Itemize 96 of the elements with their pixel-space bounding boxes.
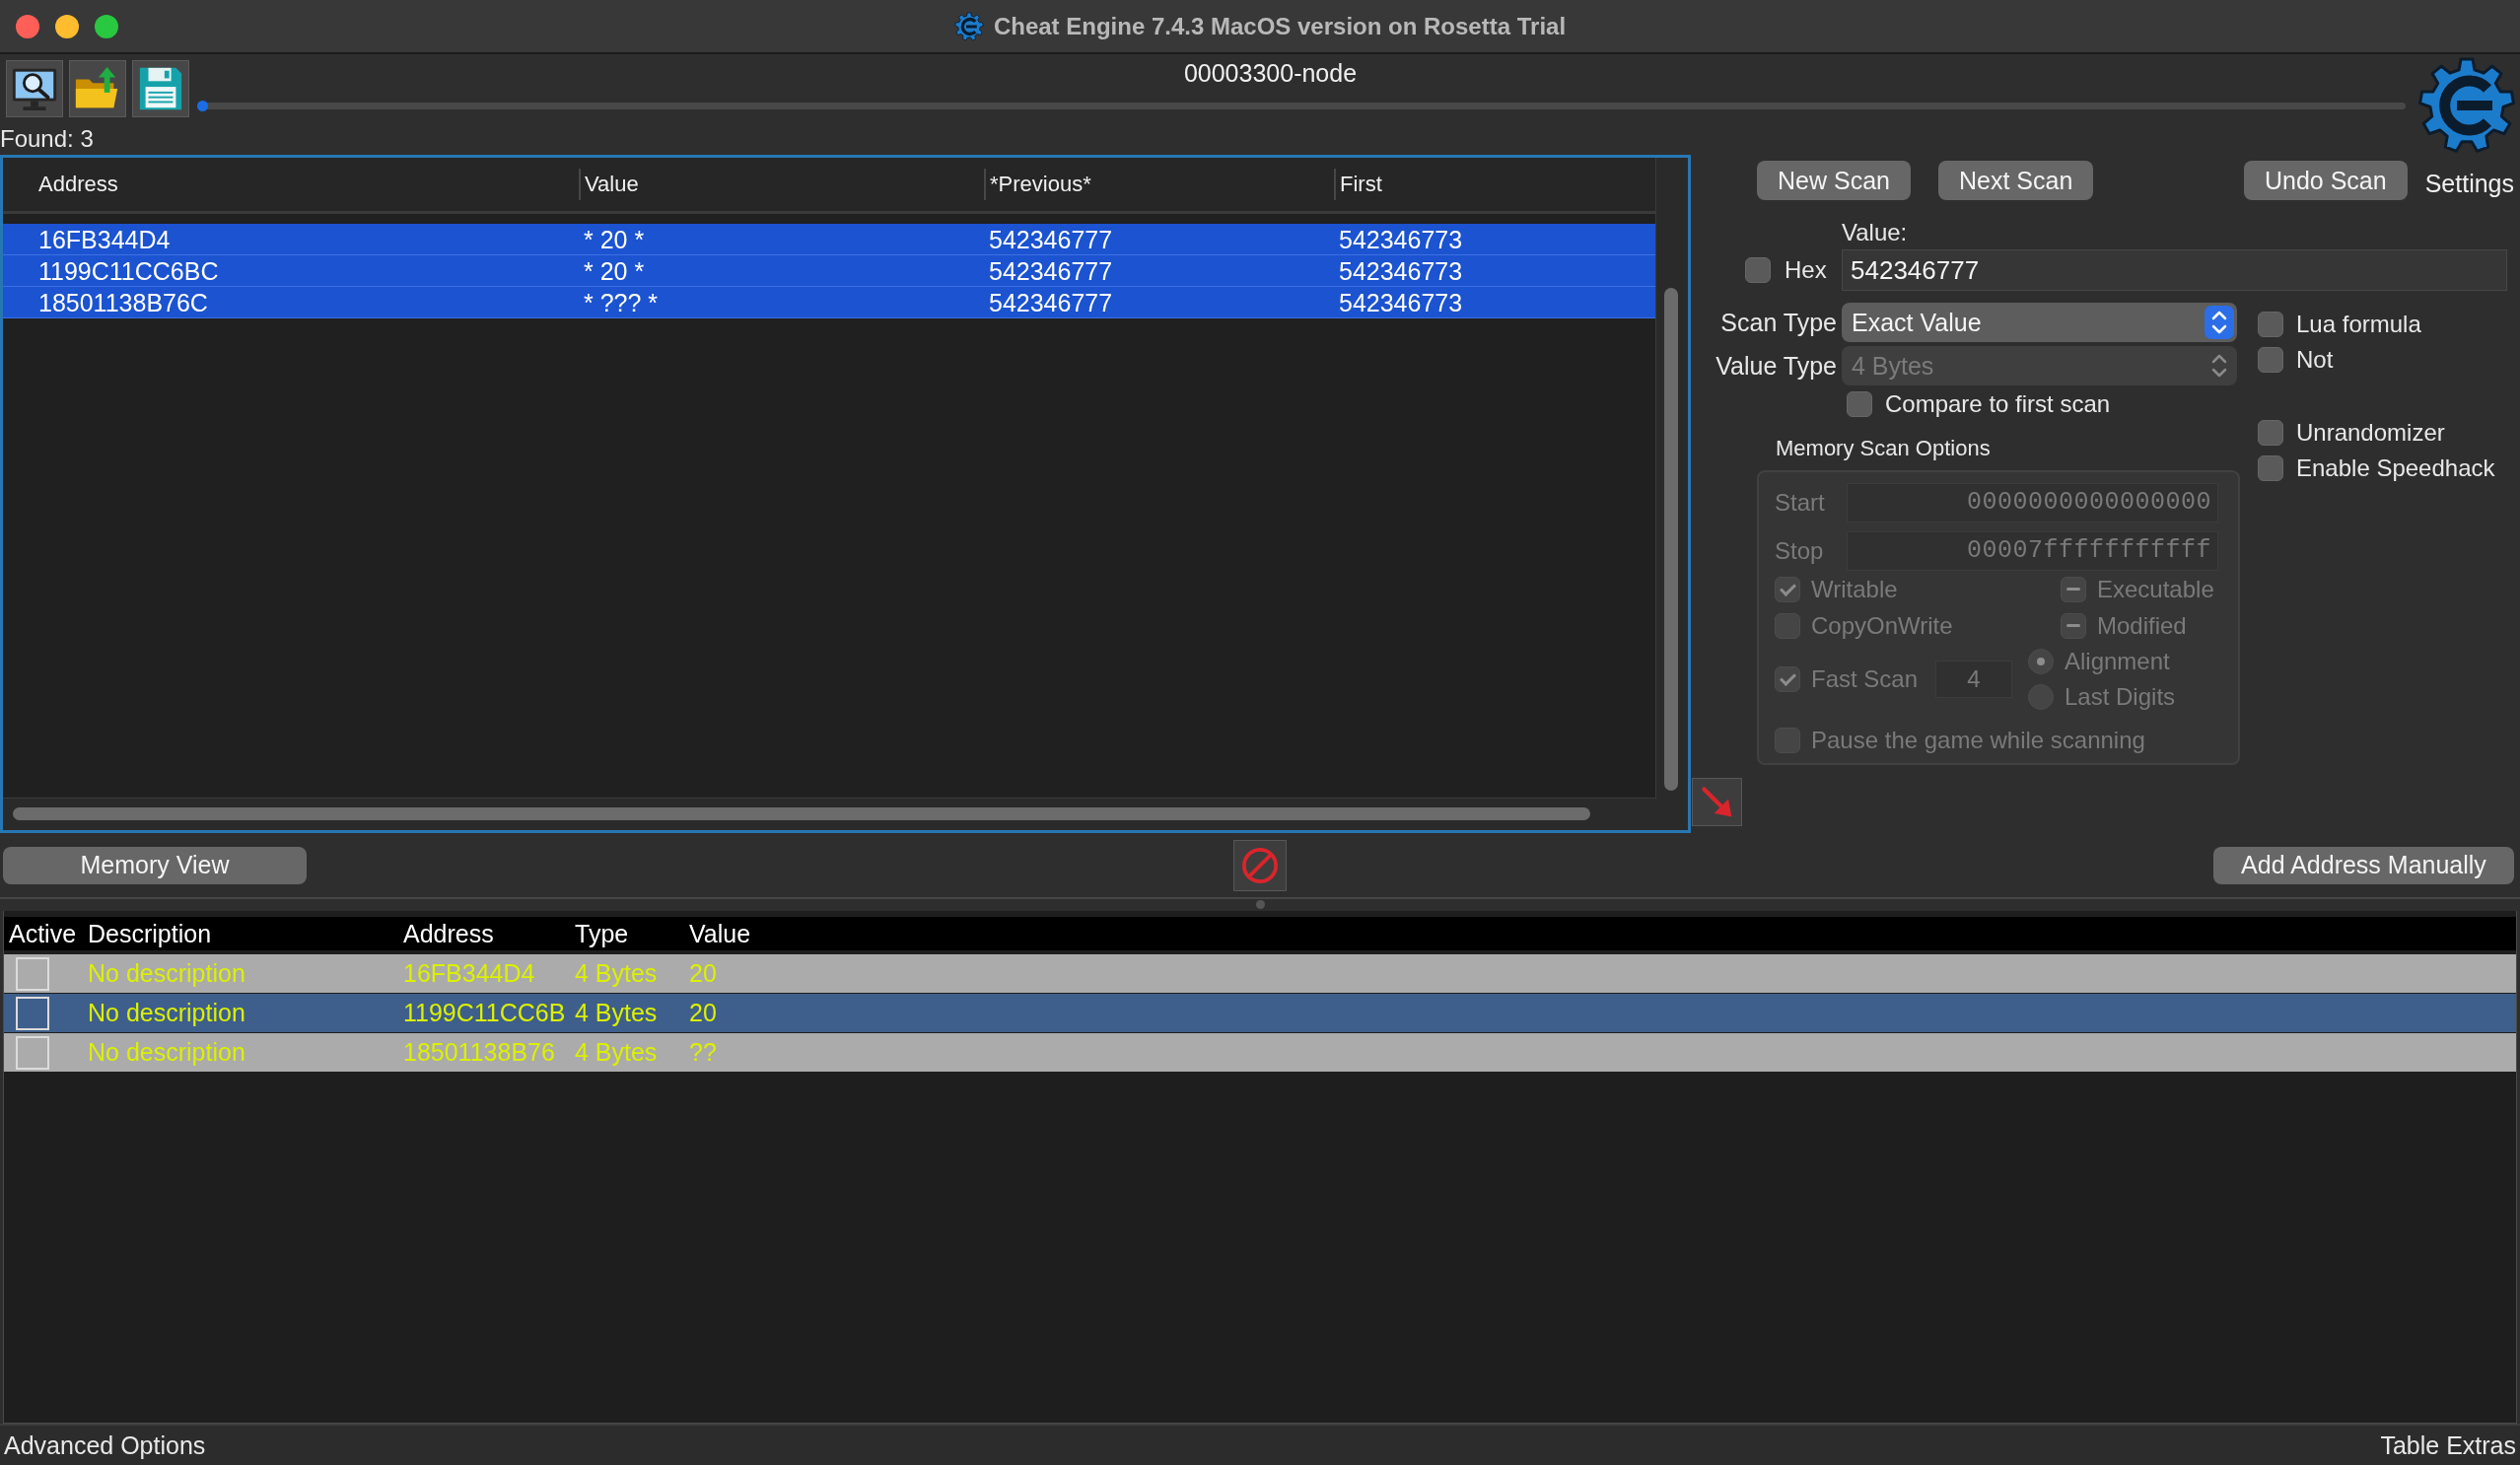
- table-cell-text: 1199C11CC6B: [403, 999, 567, 1027]
- column-header[interactable]: Address: [3, 169, 579, 200]
- checkbox-label: Lua formula: [2296, 311, 2421, 338]
- table-cell-text: 20: [689, 959, 718, 988]
- table-cell-text: No description: [88, 1038, 246, 1067]
- memory-view-button[interactable]: Memory View: [3, 846, 307, 884]
- column-header[interactable]: Address: [403, 919, 575, 948]
- column-header[interactable]: Active: [9, 919, 88, 948]
- checkbox[interactable]: [2258, 312, 2283, 337]
- field-label: Start: [1775, 489, 1826, 517]
- table-cell-text: 4 Bytes: [575, 959, 659, 988]
- checkbox-label: Unrandomizer: [2296, 419, 2445, 447]
- gear-icon[interactable]: [2417, 56, 2516, 155]
- group-title: Memory Scan Options: [1776, 437, 1991, 460]
- checkbox-label: Hex: [1785, 256, 1827, 284]
- table-cell-text: 542346773: [1338, 287, 1464, 317]
- column-header[interactable]: Type: [575, 919, 689, 948]
- result-row[interactable]: 16FB344D4 * 20 * 542346777 542346773: [3, 224, 1655, 255]
- select-process-button[interactable]: [6, 60, 63, 117]
- table-cell-text: * 20 *: [583, 255, 646, 286]
- checkbox-label: Enable Speedhack: [2296, 454, 2495, 482]
- vertical-scrollbar[interactable]: [1664, 288, 1678, 791]
- result-row[interactable]: 1199C11CC6BC * 20 * 542346777 542346773: [3, 255, 1655, 287]
- table-cell-text: 542346777: [988, 287, 1114, 317]
- active-checkbox[interactable]: [16, 996, 49, 1030]
- table-cell-text: ??: [689, 1038, 718, 1067]
- radio-label: Last Digits: [2065, 683, 2176, 711]
- column-header[interactable]: Description: [88, 919, 403, 948]
- table-cell-text: 542346777: [988, 224, 1114, 254]
- undo-scan-button[interactable]: Undo Scan: [2243, 161, 2408, 200]
- table-cell-text: 4 Bytes: [575, 999, 659, 1027]
- splitter-grip-icon[interactable]: [1255, 900, 1265, 909]
- table-cell-text: 542346777: [988, 255, 1114, 286]
- table-cell-text: No description: [88, 959, 246, 988]
- checkbox-label: Writable: [1811, 576, 1898, 603]
- checkbox[interactable]: [2258, 347, 2283, 373]
- prohibition-icon: [1241, 846, 1279, 884]
- save-button[interactable]: [132, 60, 189, 117]
- field-label: Value Type: [1715, 351, 1837, 381]
- checkbox-label: Not: [2296, 346, 2334, 374]
- result-row[interactable]: 18501138B76C * ??? * 542346777 542346773: [3, 287, 1655, 318]
- horizontal-scrollbar[interactable]: [13, 807, 1590, 820]
- process-name: 00003300-node: [1183, 59, 1358, 87]
- checkbox-label: Fast Scan: [1811, 665, 1919, 693]
- address-row[interactable]: No description 1199C11CC6B 4 Bytes 20: [4, 994, 2516, 1032]
- minimize-button[interactable]: [55, 14, 79, 38]
- checkbox[interactable]: [2258, 420, 2283, 446]
- next-scan-button[interactable]: Next Scan: [1937, 161, 2094, 200]
- checkbox-label: Modified: [2097, 612, 2187, 640]
- table-cell-text: 1199C11CC6BC: [37, 255, 220, 286]
- checkbox[interactable]: [2258, 455, 2283, 481]
- active-checkbox[interactable]: [16, 1035, 49, 1070]
- table-cell-text: 18501138B76: [403, 1038, 556, 1067]
- table-cell-text: * 20 *: [583, 224, 646, 254]
- value-input[interactable]: 542346777: [1842, 249, 2507, 291]
- close-button[interactable]: [16, 14, 39, 38]
- new-scan-button[interactable]: New Scan: [1757, 161, 1911, 200]
- prohibition-button[interactable]: [1233, 839, 1287, 891]
- checkbox[interactable]: [1745, 257, 1771, 283]
- value-label: Value:: [1842, 220, 1908, 245]
- radio-label: Alignment: [2065, 648, 2170, 675]
- checkbox-label: Pause the game while scanning: [1811, 727, 2145, 754]
- table-cell-text: * ??? *: [583, 287, 660, 317]
- checkbox-label: Compare to first scan: [1885, 390, 2111, 418]
- table-cell-text: 18501138B76C: [37, 287, 209, 317]
- settings-link[interactable]: Settings: [2424, 169, 2514, 198]
- found-count: Found: 3: [0, 125, 94, 153]
- maximize-button[interactable]: [95, 14, 118, 38]
- stepper-icon: [2205, 306, 2234, 339]
- stepper-icon: [2211, 354, 2227, 378]
- checkbox[interactable]: [1847, 391, 1872, 417]
- checkbox-label: Executable: [2097, 576, 2214, 603]
- active-checkbox[interactable]: [16, 956, 49, 991]
- column-header[interactable]: Value: [579, 169, 984, 200]
- arrow-down-right-icon: [1700, 785, 1734, 819]
- table-cell-text: 542346773: [1338, 255, 1464, 286]
- advanced-options-link[interactable]: Advanced Options: [4, 1430, 206, 1460]
- add-address-button[interactable]: Add Address Manually: [2213, 846, 2514, 884]
- scan-type-dropdown[interactable]: Exact Value: [1842, 303, 2237, 342]
- table-cell-text: 4 Bytes: [575, 1038, 659, 1067]
- add-to-list-button[interactable]: [1692, 778, 1742, 826]
- table-cell-text: 20: [689, 999, 718, 1027]
- table-cell-text: 16FB344D4: [37, 224, 172, 254]
- table-cell-text: 542346773: [1338, 224, 1464, 254]
- field-label: Stop: [1775, 537, 1825, 565]
- table-cell-text: No description: [88, 999, 246, 1027]
- gear-icon: [953, 11, 984, 41]
- column-header[interactable]: Value: [689, 919, 2516, 948]
- column-header[interactable]: *Previous*: [984, 169, 1334, 200]
- table-extras-link[interactable]: Table Extras: [2380, 1430, 2516, 1460]
- column-header[interactable]: First: [1334, 169, 1655, 200]
- window-title: Cheat Engine 7.4.3 MacOS version on Rosetta Trial: [993, 12, 1567, 40]
- field-label: Scan Type: [1719, 308, 1837, 337]
- table-cell-text: 16FB344D4: [403, 959, 536, 988]
- open-button[interactable]: [69, 60, 126, 117]
- checkbox-label: CopyOnWrite: [1811, 612, 1953, 640]
